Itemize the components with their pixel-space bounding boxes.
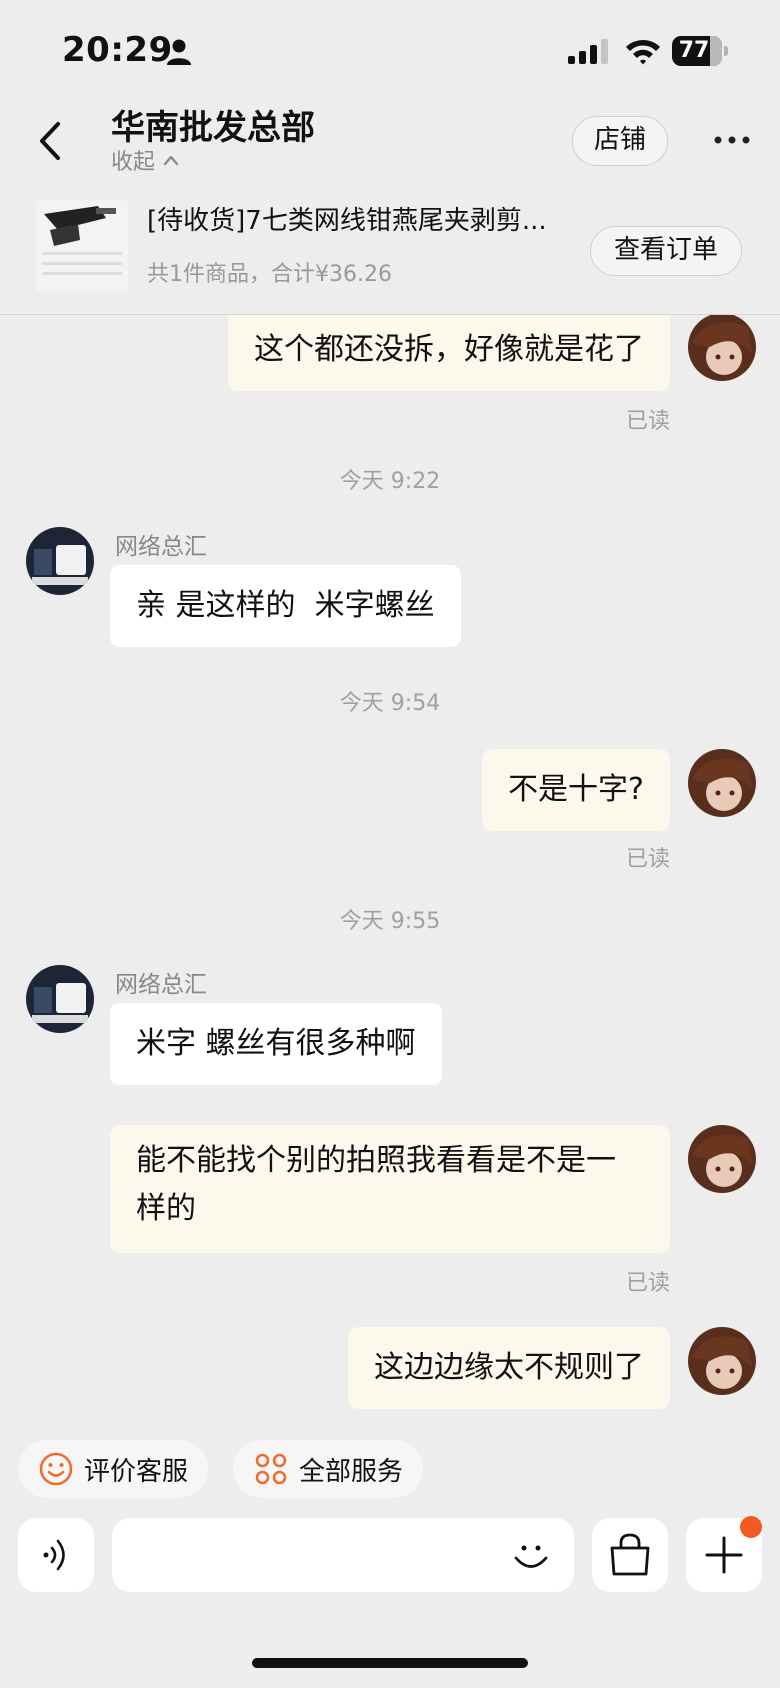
- read-receipt: 已读: [625, 1271, 670, 1296]
- shopping-bag-icon: [610, 1533, 650, 1576]
- seller-avatar[interactable]: [26, 527, 94, 595]
- message-bubble-outgoing[interactable]: 能不能找个别的拍照我看看是不是一样的: [110, 1125, 670, 1253]
- sender-name: 网络总汇: [115, 534, 207, 560]
- my-avatar[interactable]: [688, 1327, 756, 1395]
- timestamp-separator: 今天 9:54: [339, 691, 441, 716]
- my-avatar[interactable]: [688, 749, 756, 817]
- grid-icon: [255, 1453, 287, 1485]
- order-summary: 共1件商品，合计¥36.26: [147, 262, 392, 287]
- store-button[interactable]: 店铺: [572, 116, 668, 166]
- order-title[interactable]: [待收货]7七类网线钳燕尾夹剥剪...: [147, 200, 587, 237]
- message-bubble-incoming[interactable]: 米字 螺丝有很多种啊: [110, 1003, 442, 1085]
- shopping-bag-button[interactable]: [592, 1518, 668, 1592]
- view-order-button[interactable]: 查看订单: [590, 226, 742, 276]
- crimping-tool-image: [36, 200, 128, 292]
- message-text: 这个都还没拆，好像就是花了: [254, 332, 644, 367]
- collapse-toggle[interactable]: 收起: [111, 144, 179, 176]
- message-text: 这边边缘太不规则了: [374, 1350, 644, 1385]
- seller-avatar[interactable]: [26, 965, 94, 1033]
- product-thumbnail[interactable]: [36, 200, 128, 292]
- collapse-label: 收起: [111, 150, 156, 175]
- cellular-signal-icon: [568, 39, 608, 64]
- notification-dot: [740, 1516, 762, 1538]
- chevron-up-icon: [163, 155, 179, 166]
- smile-icon: [39, 1452, 73, 1486]
- message-text: 亲 是这样的 米字螺丝: [136, 588, 435, 623]
- rate-service-button[interactable]: 评价客服: [18, 1440, 209, 1498]
- timestamp-separator: 今天 9:55: [339, 909, 441, 934]
- voice-input-button[interactable]: [18, 1518, 94, 1592]
- message-input[interactable]: [112, 1518, 574, 1592]
- all-services-label: 全部服务: [299, 1456, 404, 1487]
- emoji-icon[interactable]: [508, 1533, 554, 1579]
- voice-icon: [43, 1539, 65, 1571]
- all-services-button[interactable]: 全部服务: [233, 1440, 424, 1498]
- person-icon: [167, 39, 191, 65]
- message-bubble-outgoing[interactable]: 这边边缘太不规则了: [348, 1327, 670, 1409]
- my-avatar[interactable]: [688, 315, 756, 381]
- back-arrow-icon[interactable]: [30, 116, 70, 166]
- message-bubble-outgoing[interactable]: 这个都还没拆，好像就是花了: [228, 315, 670, 391]
- page-title: 华南批发总部: [111, 108, 315, 148]
- read-receipt: 已读: [625, 409, 670, 434]
- rate-service-label: 评价客服: [84, 1456, 189, 1487]
- message-bubble-incoming[interactable]: 亲 是这样的 米字螺丝: [110, 565, 461, 647]
- wifi-icon: [626, 39, 660, 65]
- message-text: 米字 螺丝有很多种啊: [136, 1026, 416, 1061]
- my-avatar[interactable]: [688, 1125, 756, 1193]
- status-time: 20:29: [62, 30, 173, 70]
- home-indicator: [252, 1658, 528, 1668]
- battery-level: 77: [678, 38, 710, 63]
- message-text: 不是十字?: [508, 772, 644, 807]
- more-options-icon[interactable]: [712, 128, 752, 152]
- message-bubble-outgoing[interactable]: 不是十字?: [482, 749, 670, 831]
- timestamp-separator: 今天 9:22: [339, 469, 441, 494]
- battery-indicator: 77: [672, 36, 728, 66]
- message-text: 能不能找个别的拍照我看看是不是一样的: [136, 1143, 616, 1226]
- chat-messages[interactable]: 这个都还没拆，好像就是花了 已读 今天 9:22 网络总汇 亲 是这样的 米字螺…: [0, 315, 780, 1410]
- sender-name: 网络总汇: [115, 972, 207, 998]
- read-receipt: 已读: [625, 847, 670, 872]
- status-bar: 20:29 77: [0, 0, 780, 100]
